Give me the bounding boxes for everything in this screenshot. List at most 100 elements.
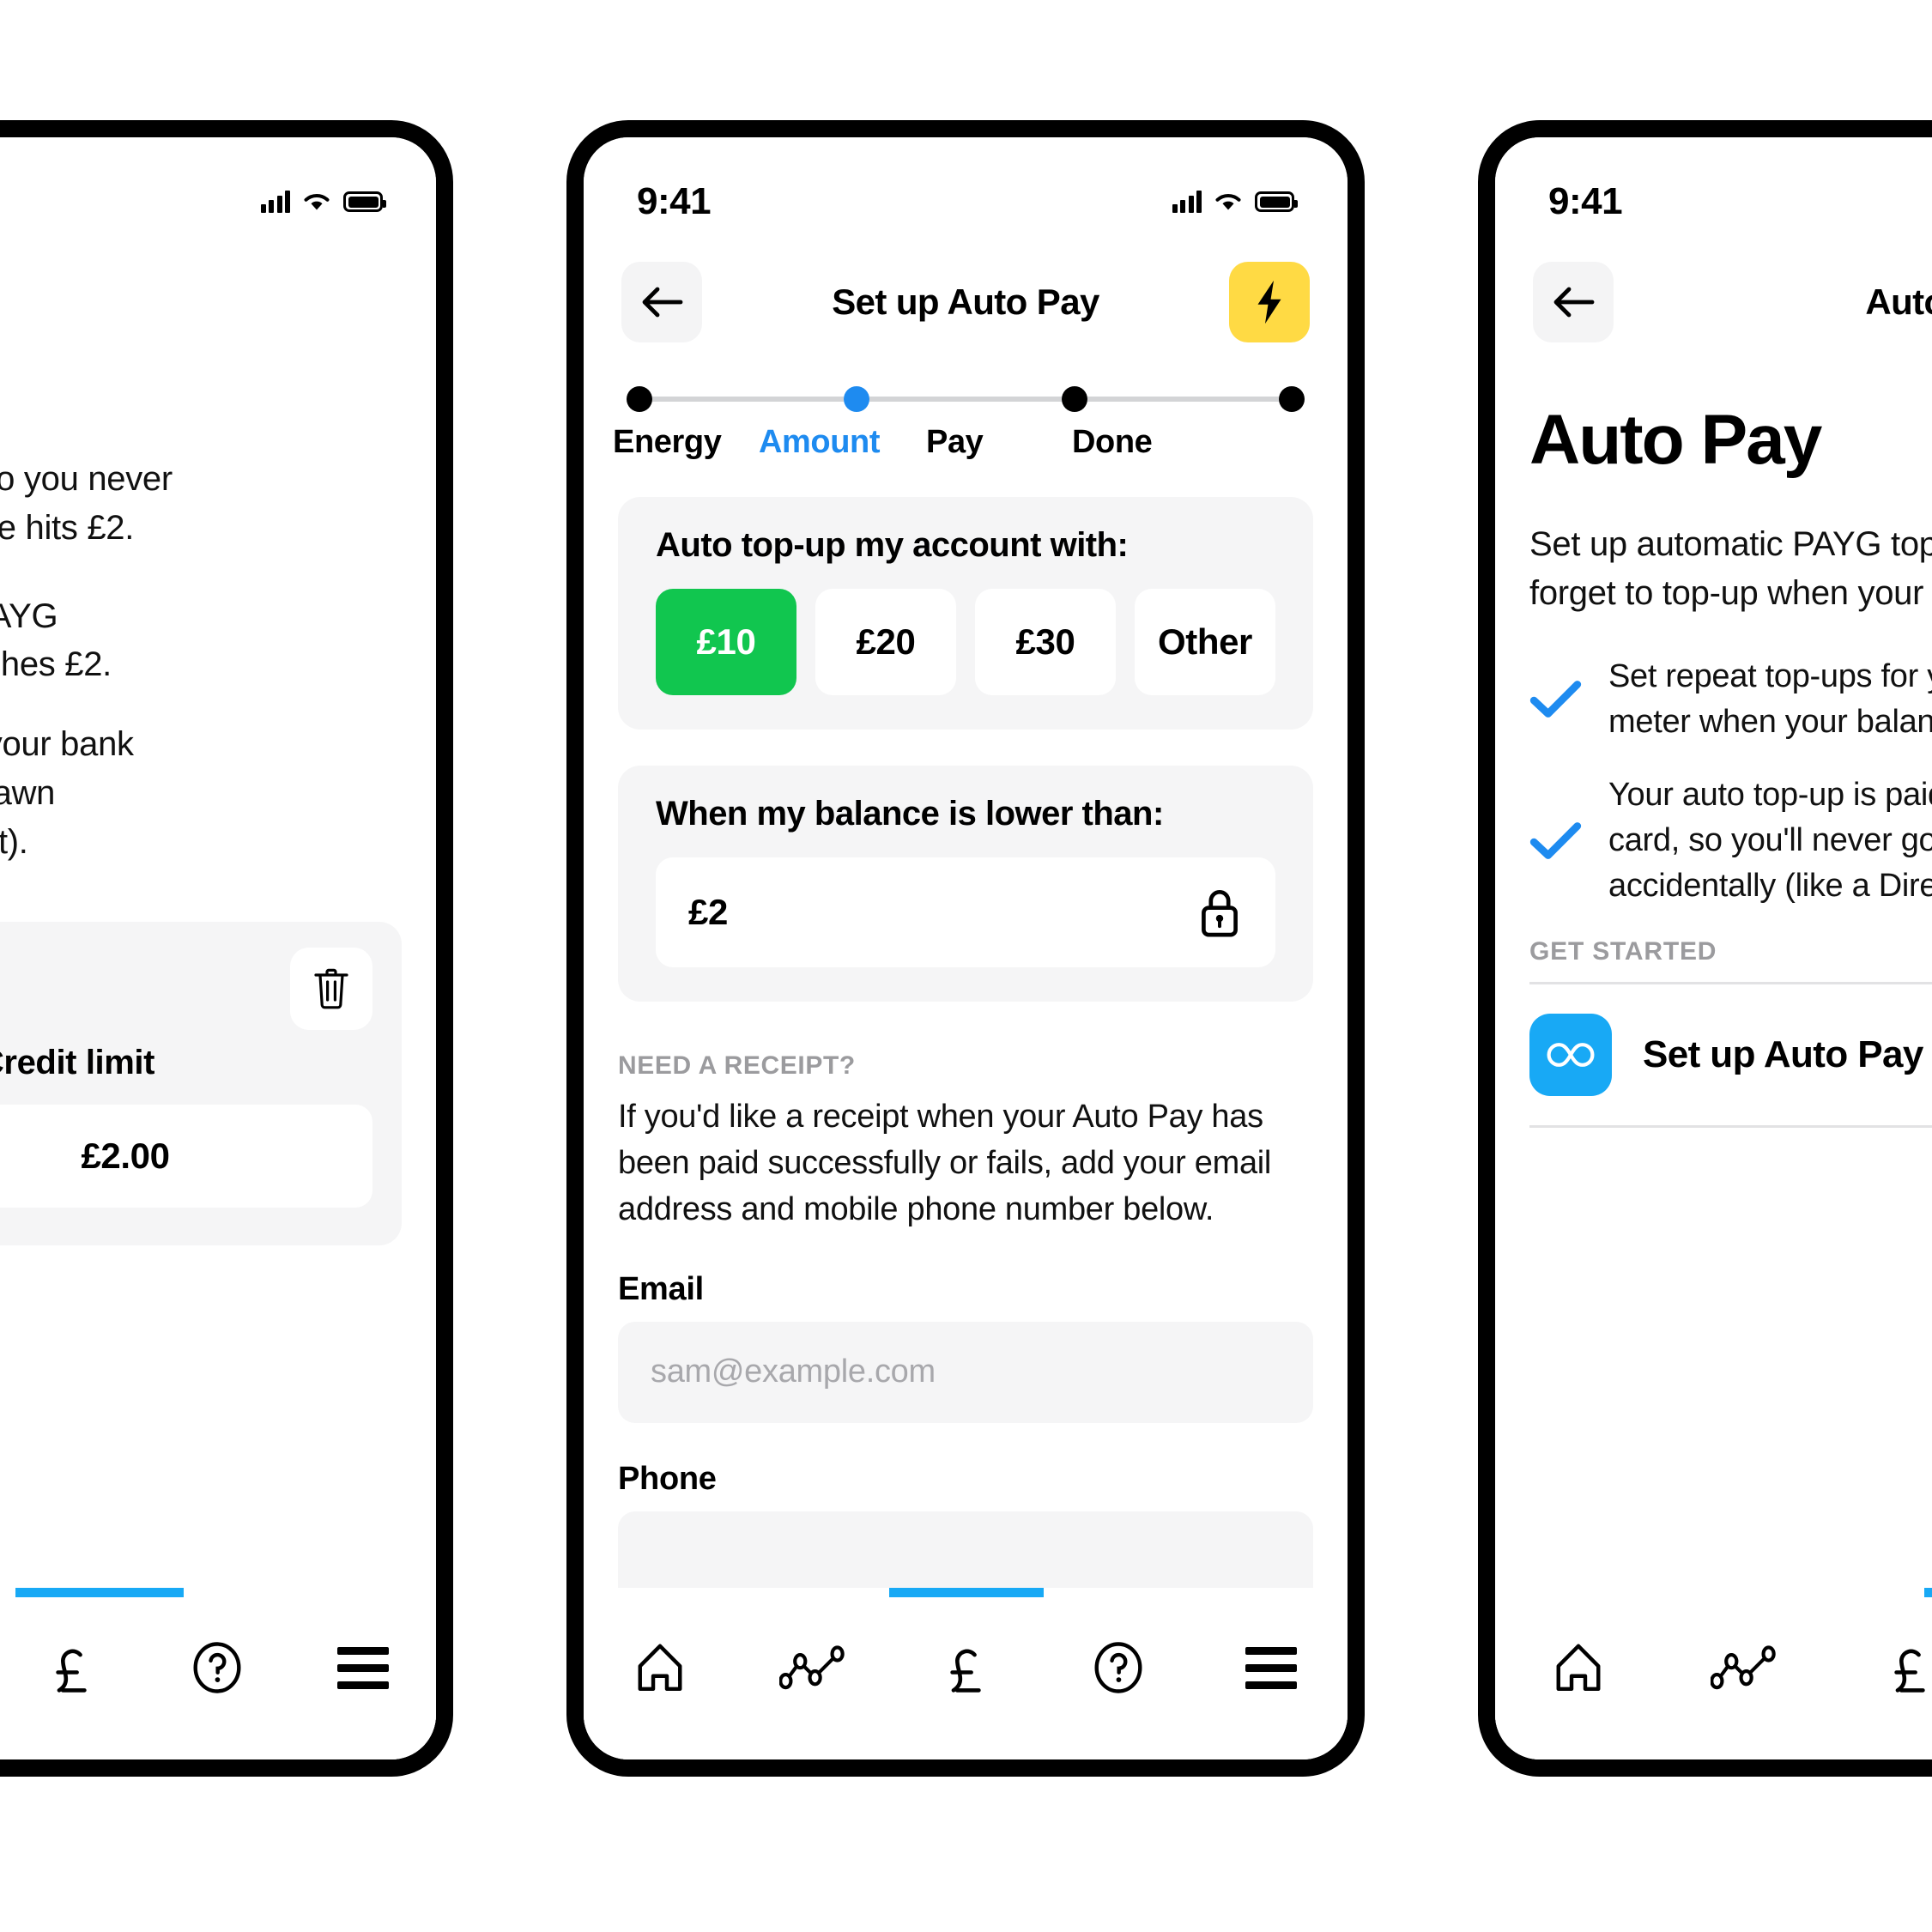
tab-help[interactable] [144,1639,290,1696]
receipt-body: If you'd like a receipt when your Auto P… [618,1099,1272,1227]
topup-amount-title: Auto top-up my account with: [656,526,1129,564]
signal-icon [260,191,290,213]
threshold-field[interactable]: £2 [656,857,1275,967]
tab-pound[interactable] [889,1639,1042,1696]
list-item-set-up-auto-pay[interactable]: Set up Auto Pay [1529,984,1932,1125]
tab-pound[interactable] [0,1639,144,1696]
tab-usage[interactable] [1661,1644,1826,1691]
signal-icon [1172,191,1202,213]
status-time: 9:41 [637,180,712,222]
arrow-left-icon [1553,287,1595,318]
wifi-icon [304,193,330,210]
nav-bar: Set up Auto Pay [584,240,1348,352]
tab-home[interactable] [584,1641,736,1694]
usage-chart-icon [779,1645,845,1690]
menu-icon [1245,1646,1297,1689]
page-title: Auto Pay [0,282,436,323]
check-icon [1529,680,1582,718]
status-icons [1172,191,1298,213]
phone-left: Auto Pay c PAYG top-ups so you never whe… [0,120,453,1777]
threshold-value: £2 [688,892,728,932]
tab-menu[interactable] [290,1646,436,1689]
infinity-icon [1547,1042,1595,1067]
status-bar [0,137,436,240]
intro-line-2: forget to top-up when your b [1529,573,1932,612]
amount-option-10[interactable]: £10 [656,589,796,695]
credit-limit-card: Credit limit £2.00 [0,921,402,1245]
menu-icon [337,1646,389,1689]
amount-option-20[interactable]: £20 [815,589,956,695]
pound-icon [56,1649,87,1693]
tab-pound[interactable] [1827,1639,1932,1696]
phone-right: 9:41 Auto Pay Auto Pay Set up automatic … [1478,120,1932,1777]
benefit-list: Set repeat top-ups for yo meter when you… [1529,654,1932,910]
divider [1529,1124,1932,1128]
bullet-line-5: (like a Direct Debit). [0,822,28,861]
step-label-pay: Pay [926,424,984,460]
phone-label: Phone [618,1460,717,1497]
tab-home[interactable] [1495,1641,1661,1694]
pound-icon [950,1649,981,1693]
phone-center-screen: 9:41 Set up Auto Pay Energy Amount Pay D… [584,137,1348,1759]
wifi-icon [1215,193,1241,210]
heading-auto-pay: Auto Pay [1529,401,1822,479]
email-input[interactable]: sam@example.com [618,1321,1313,1423]
amount-options: £10 £20 £30 Other [656,589,1275,695]
home-icon [638,1644,682,1692]
step-line-2 [869,397,1062,402]
progress-stepper: Energy Amount Pay Done [584,352,1348,461]
left-phone-body: c PAYG top-ups so you never when your ba… [0,352,436,1245]
step-dot-amount[interactable] [844,386,870,412]
tab-usage[interactable] [736,1644,889,1691]
benefit-text: Your auto top-up is paid card, so you'll… [1608,772,1932,910]
step-dot-done[interactable] [1278,386,1305,412]
benefit-item: Your auto top-up is paid card, so you'll… [1529,772,1932,910]
pound-icon [1894,1649,1926,1693]
benefit-item: Set repeat top-ups for yo meter when you… [1529,654,1932,745]
bullet-line-4: ll never go overdrawn [0,773,56,812]
credit-limit-field-value[interactable]: £2.00 [0,1104,372,1208]
screenshot-stage: Auto Pay c PAYG top-ups so you never whe… [0,0,1932,1932]
tab-menu[interactable] [1195,1646,1348,1689]
back-button[interactable] [621,262,702,342]
bottom-nav [1495,1588,1932,1759]
step-dot-pay[interactable] [1061,386,1087,412]
delete-button[interactable] [290,947,372,1030]
stepper-track [618,386,1313,412]
tab-list [0,1588,436,1725]
step-line-1 [652,397,845,402]
threshold-title: When my balance is lower than: [656,795,1164,833]
lock-icon [1202,890,1238,937]
benefit-line: Your auto top-up is paid [1608,776,1932,813]
status-bar: 9:41 [584,137,1348,240]
phone-left-screen: Auto Pay c PAYG top-ups so you never whe… [0,137,436,1759]
stepper-labels: Energy Amount Pay Done [613,424,1313,461]
topup-amount-card: Auto top-up my account with: £10 £20 £30… [618,497,1313,730]
bottom-nav [0,1588,436,1759]
benefit-line: card, so you'll never go ov [1608,822,1932,859]
amount-option-30[interactable]: £30 [975,589,1116,695]
step-label-done: Done [1072,424,1153,460]
active-tab-indicator [15,1588,184,1597]
step-label-amount: Amount [759,424,881,460]
status-time: 9:41 [1548,180,1623,222]
amount-option-other[interactable]: Other [1135,589,1275,695]
back-button[interactable] [1533,262,1614,342]
bullet-line-1: op-ups for your PAYG [0,597,58,635]
boost-button[interactable] [1229,262,1310,342]
step-line-3 [1087,397,1279,402]
battery-icon [343,191,386,212]
arrow-left-icon [642,287,683,318]
page-title: Auto Pay [1865,282,1932,322]
step-dot-energy[interactable] [627,386,652,412]
benefit-line: meter when your balance [1608,703,1932,740]
tab-help[interactable] [1042,1639,1195,1696]
usage-chart-icon [1710,1645,1776,1690]
status-icons [260,191,386,213]
nav-bar: Auto Pay [0,240,436,352]
email-label: Email [618,1270,704,1307]
step-label-energy: Energy [613,424,722,460]
intro-line-1: c PAYG top-ups so you never [0,460,173,498]
nav-bar: Auto Pay [1495,240,1932,352]
list-item-label: Set up Auto Pay [1643,1033,1923,1075]
